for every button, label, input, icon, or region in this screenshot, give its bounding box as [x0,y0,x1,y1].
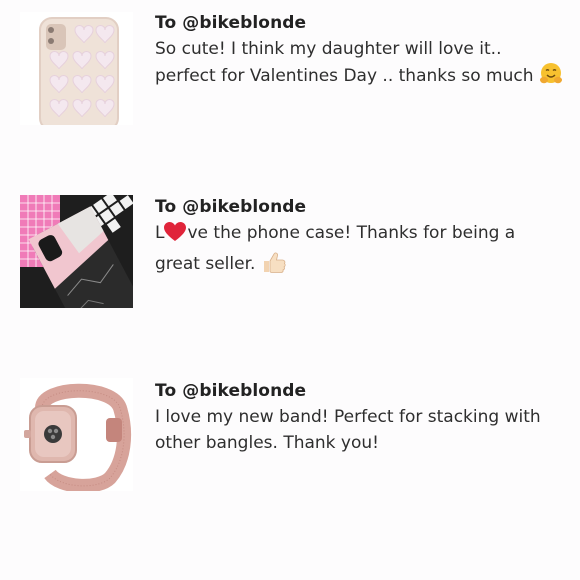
red-heart-icon [164,222,187,250]
review-message-text: I love my new band! Perfect for stacking… [155,407,541,453]
reviews-feed: To @bikeblonde So cute! I think my daugh… [0,0,580,580]
thumbs-up-icon [261,250,287,282]
review-message: So cute! I think my daughter will love i… [155,36,565,94]
hugging-face-icon [539,62,563,94]
review-recipient[interactable]: To @bikeblonde [155,196,565,218]
review-recipient[interactable]: To @bikeblonde [155,380,565,402]
review-message: I love my new band! Perfect for stacking… [155,404,565,456]
review-message-prefix: L [155,223,165,243]
review-text: To @bikeblonde Lve the phone case! Thank… [155,196,565,282]
review-message-text: So cute! I think my daughter will love i… [155,39,534,86]
review-recipient[interactable]: To @bikeblonde [155,12,565,34]
review-text: To @bikeblonde I love my new band! Perfe… [155,380,565,456]
review-thumbnail-heart-case[interactable] [20,12,133,125]
review-message-text: ve the phone case! Thanks for being a gr… [155,223,516,274]
review-message: Lve the phone case! Thanks for being a g… [155,220,565,282]
review-text: To @bikeblonde So cute! I think my daugh… [155,12,565,94]
review-thumbnail-watch-band[interactable] [20,378,133,491]
review-thumbnail-marble-case[interactable] [20,195,133,308]
